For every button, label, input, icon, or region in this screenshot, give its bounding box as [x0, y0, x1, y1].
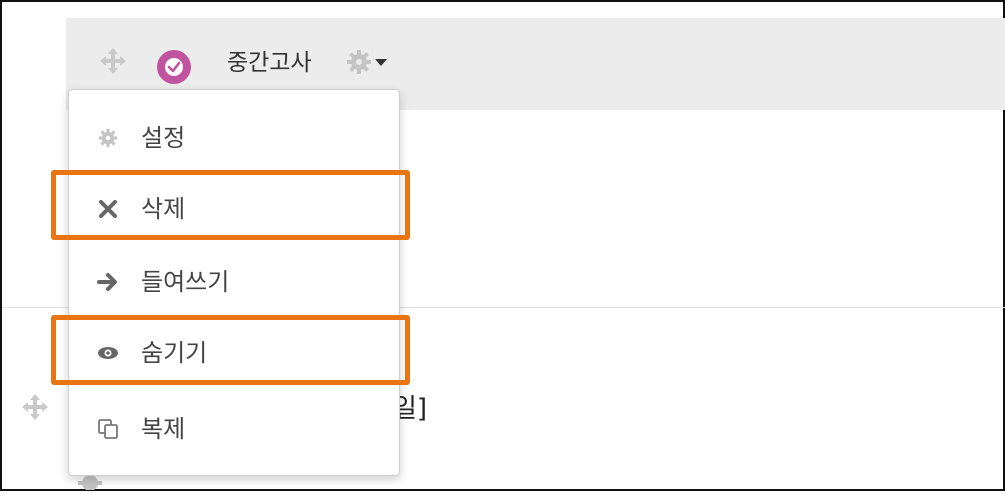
- gear-icon: [97, 127, 119, 149]
- edit-menu-toggle[interactable]: [346, 49, 388, 75]
- move-icon[interactable]: [20, 392, 50, 422]
- menu-item-delete[interactable]: 삭제: [69, 184, 399, 234]
- activity-title[interactable]: 중간고사: [227, 48, 312, 78]
- menu-item-label: 설정: [141, 124, 186, 152]
- menu-item-indent[interactable]: 들여쓰기: [69, 257, 399, 307]
- close-icon: [97, 198, 119, 220]
- menu-item-label: 삭제: [141, 195, 186, 223]
- menu-item-hide[interactable]: 숨기기: [69, 328, 399, 378]
- menu-item-settings[interactable]: 설정: [69, 113, 399, 163]
- quiz-check-icon: [157, 50, 191, 84]
- menu-item-label: 들여쓰기: [141, 268, 230, 296]
- menu-item-label: 숨기기: [141, 339, 208, 367]
- eye-icon: [97, 342, 119, 364]
- caret-down-icon: [375, 59, 387, 66]
- menu-item-duplicate[interactable]: 복제: [69, 404, 399, 454]
- move-icon[interactable]: [98, 46, 128, 76]
- arrow-right-icon: [97, 271, 119, 293]
- duplicate-icon: [97, 418, 119, 440]
- edit-dropdown-menu: 설정 삭제 들여쓰기 숨기기 복제: [68, 89, 400, 476]
- gear-icon: [347, 50, 371, 74]
- menu-item-label: 복제: [141, 415, 186, 443]
